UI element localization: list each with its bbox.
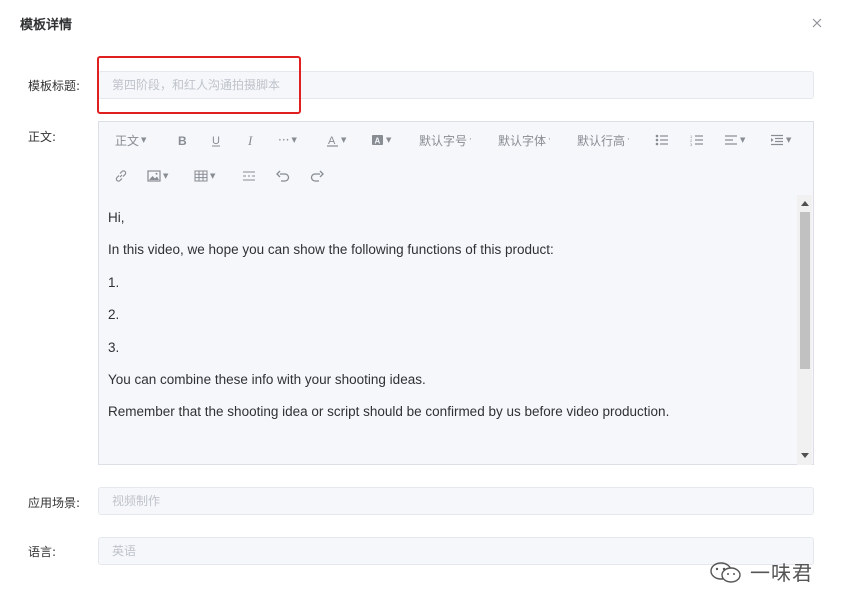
align-left-icon [725, 135, 737, 145]
svg-text:U: U [212, 135, 220, 147]
font-family-label: 默认字体 [498, 133, 547, 148]
svg-text:3: 3 [690, 142, 693, 146]
chevron-down-icon: ▼ [341, 136, 347, 144]
rich-text-editor[interactable]: 正文 ▼ B U I ··· ▼ A ▼ A ▼ 默认字号 · 默认字体 · 默认行高 · [98, 121, 814, 465]
content-paragraph: You can combine these info with your sho… [108, 371, 426, 387]
image-icon [147, 170, 161, 182]
language-label: 语言: [28, 545, 57, 559]
body-label: 正文: [28, 130, 57, 144]
wechat-logo-icon [710, 561, 741, 583]
editor-content[interactable]: Hi, In this video, we hope you can show … [108, 202, 793, 429]
content-paragraph: 3. [108, 339, 120, 355]
link-icon [115, 170, 127, 182]
italic-icon: I [247, 134, 253, 146]
align-dropdown[interactable]: ▼ [724, 122, 745, 158]
horizontal-rule-icon [243, 171, 255, 181]
font-family-dropdown[interactable]: 默认字体 · [498, 122, 551, 158]
undo-icon [276, 170, 290, 182]
scene-input[interactable]: 视频制作 [98, 487, 814, 515]
bulleted-list-button[interactable] [655, 122, 669, 158]
template-title-placeholder: 第四阶段，和红人沟通拍摄脚本 [112, 78, 281, 92]
line-height-label: 默认行高 [577, 133, 626, 148]
font-color-icon: A [327, 135, 338, 147]
chevron-down-icon: ▼ [141, 136, 147, 144]
scrollbar-thumb[interactable] [800, 212, 810, 369]
paragraph-format-label: 正文 [115, 133, 140, 148]
content-paragraph: Hi, [108, 210, 125, 225]
chevron-down-icon: · [548, 135, 551, 145]
chevron-down-icon: ▼ [386, 136, 392, 144]
chevron-down-icon: ▼ [163, 172, 169, 180]
undo-button[interactable] [276, 158, 290, 194]
indent-icon [771, 134, 783, 146]
title-label: 模板标题: [28, 79, 81, 93]
chevron-down-icon: · [469, 135, 472, 145]
table-icon [194, 170, 208, 182]
language-placeholder: 英语 [112, 544, 137, 558]
watermark-text: 一味君 [750, 561, 813, 585]
content-paragraph: 1. [108, 274, 120, 290]
content-paragraph: Remember that the shooting idea or scrip… [108, 404, 670, 420]
dialog-title: 模板详情 [20, 18, 73, 33]
link-button[interactable] [114, 158, 128, 194]
scroll-up-arrow-icon[interactable] [801, 201, 809, 206]
language-input[interactable]: 英语 [98, 537, 814, 565]
chevron-down-icon: ▼ [210, 172, 216, 180]
underline-button[interactable]: U [210, 122, 222, 158]
content-paragraph: In this video, we hope you can show the … [108, 242, 554, 258]
numbered-list-button[interactable]: 1 2 3 [690, 122, 704, 158]
indent-dropdown[interactable]: ▼ [770, 122, 791, 158]
font-size-dropdown[interactable]: 默认字号 · [419, 122, 472, 158]
background-color-icon: A [372, 135, 383, 146]
font-size-label: 默认字号 [419, 133, 468, 148]
scene-placeholder: 视频制作 [112, 494, 161, 508]
underline-icon: U [212, 135, 220, 147]
content-paragraph: 2. [108, 307, 120, 323]
background-color-dropdown[interactable]: A ▼ [371, 122, 391, 158]
editor-scrollbar[interactable] [797, 195, 812, 465]
table-dropdown[interactable]: ▼ [194, 158, 215, 194]
chevron-down-icon: ▼ [786, 136, 792, 144]
template-title-input[interactable]: 第四阶段，和红人沟通拍摄脚本 [98, 71, 814, 99]
chevron-down-icon: ▼ [291, 136, 297, 144]
svg-text:A: A [375, 137, 381, 146]
bold-icon: B [178, 134, 187, 146]
more-styles-label: ··· [278, 133, 290, 147]
line-height-dropdown[interactable]: 默认行高 · [577, 122, 630, 158]
svg-text:I: I [247, 134, 253, 146]
bulleted-list-icon [655, 134, 668, 146]
watermark: 一味君 [708, 557, 813, 586]
redo-icon [310, 170, 324, 182]
image-dropdown[interactable]: ▼ [147, 158, 168, 194]
divider-button[interactable] [242, 158, 256, 194]
svg-text:B: B [178, 134, 187, 146]
svg-text:A: A [328, 135, 336, 147]
numbered-list-icon: 1 2 3 [690, 134, 703, 146]
scroll-down-arrow-icon[interactable] [801, 453, 809, 458]
italic-button[interactable]: I [245, 122, 257, 158]
chevron-down-icon: · [627, 135, 630, 145]
scene-label: 应用场景: [28, 496, 81, 510]
redo-button[interactable] [310, 158, 324, 194]
chevron-down-icon: ▼ [740, 136, 746, 144]
bold-button[interactable]: B [176, 122, 188, 158]
paragraph-format-dropdown[interactable]: 正文 ▼ [115, 122, 146, 158]
close-icon[interactable] [811, 17, 823, 29]
more-styles-dropdown[interactable]: ··· ▼ [278, 122, 297, 158]
font-color-dropdown[interactable]: A ▼ [326, 122, 346, 158]
